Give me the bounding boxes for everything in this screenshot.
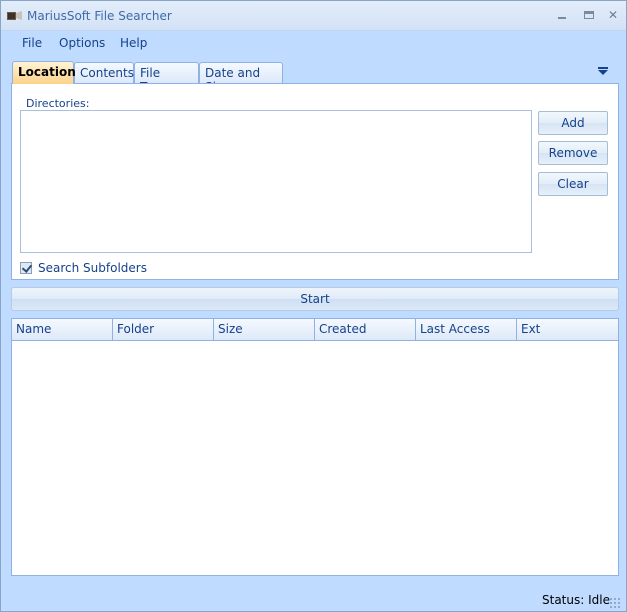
maximize-button[interactable] [581,7,597,23]
menu-help[interactable]: Help [120,36,147,50]
column-header-folder[interactable]: Folder [113,319,214,341]
location-panel: Directories: Add Remove Clear Search Sub… [11,83,619,280]
column-header-last-access[interactable]: Last Access [416,319,517,341]
status-value: Idle [588,593,610,607]
minimize-icon [558,17,566,19]
results-grid[interactable]: Name Folder Size Created Last Access Ext [11,318,619,576]
close-icon: ✕ [607,8,619,22]
close-button[interactable]: ✕ [605,7,621,23]
remove-button[interactable]: Remove [538,141,608,165]
search-subfolders-checkbox[interactable] [20,262,32,274]
column-header-ext[interactable]: Ext [517,319,618,341]
tab-location[interactable]: Location [12,61,76,84]
directories-list[interactable] [20,110,532,253]
directories-label: Directories: [26,97,90,110]
tab-contents[interactable]: Contents [74,62,134,84]
menu-options[interactable]: Options [59,36,105,50]
column-header-created[interactable]: Created [315,319,416,341]
tab-file-types[interactable]: File Types [134,62,199,94]
search-subfolders-option[interactable]: Search Subfolders [20,261,147,275]
resize-grip-icon[interactable] [609,597,621,609]
start-button[interactable]: Start [11,287,619,311]
results-grid-header: Name Folder Size Created Last Access Ext [12,319,618,341]
maximize-icon [584,11,594,19]
app-icon [7,11,22,20]
tab-date-and-size[interactable]: Date and Size [199,62,283,94]
column-header-name[interactable]: Name [12,319,113,341]
menu-bar: File Options Help [1,32,626,54]
tab-overflow-menu-icon[interactable] [598,67,610,77]
title-bar[interactable]: MariusSoft File Searcher ✕ [1,1,626,31]
app-window: MariusSoft File Searcher ✕ File Options … [0,0,627,612]
window-title: MariusSoft File Searcher [27,9,172,23]
status-label: Status: [542,593,585,607]
add-button[interactable]: Add [538,111,608,135]
status-bar-text: Status: Idle [542,593,610,607]
search-subfolders-label: Search Subfolders [38,261,147,275]
clear-button[interactable]: Clear [538,172,608,196]
minimize-button[interactable] [554,7,570,23]
menu-file[interactable]: File [22,36,42,50]
column-header-size[interactable]: Size [214,319,315,341]
